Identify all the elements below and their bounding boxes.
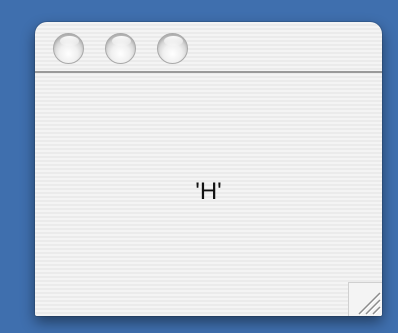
resize-grip[interactable]	[348, 282, 382, 316]
minimize-circle-icon	[112, 36, 131, 46]
close-circle-icon	[60, 36, 79, 46]
resize-grip-icon	[358, 292, 382, 316]
window-content: 'H'	[35, 73, 382, 316]
zoom-button[interactable]	[157, 33, 188, 64]
close-button[interactable]	[53, 33, 84, 64]
zoom-circle-icon	[164, 36, 183, 46]
title-bar[interactable]	[35, 22, 382, 73]
content-label: 'H'	[195, 178, 222, 205]
app-window: 'H'	[35, 22, 382, 316]
minimize-button[interactable]	[105, 33, 136, 64]
